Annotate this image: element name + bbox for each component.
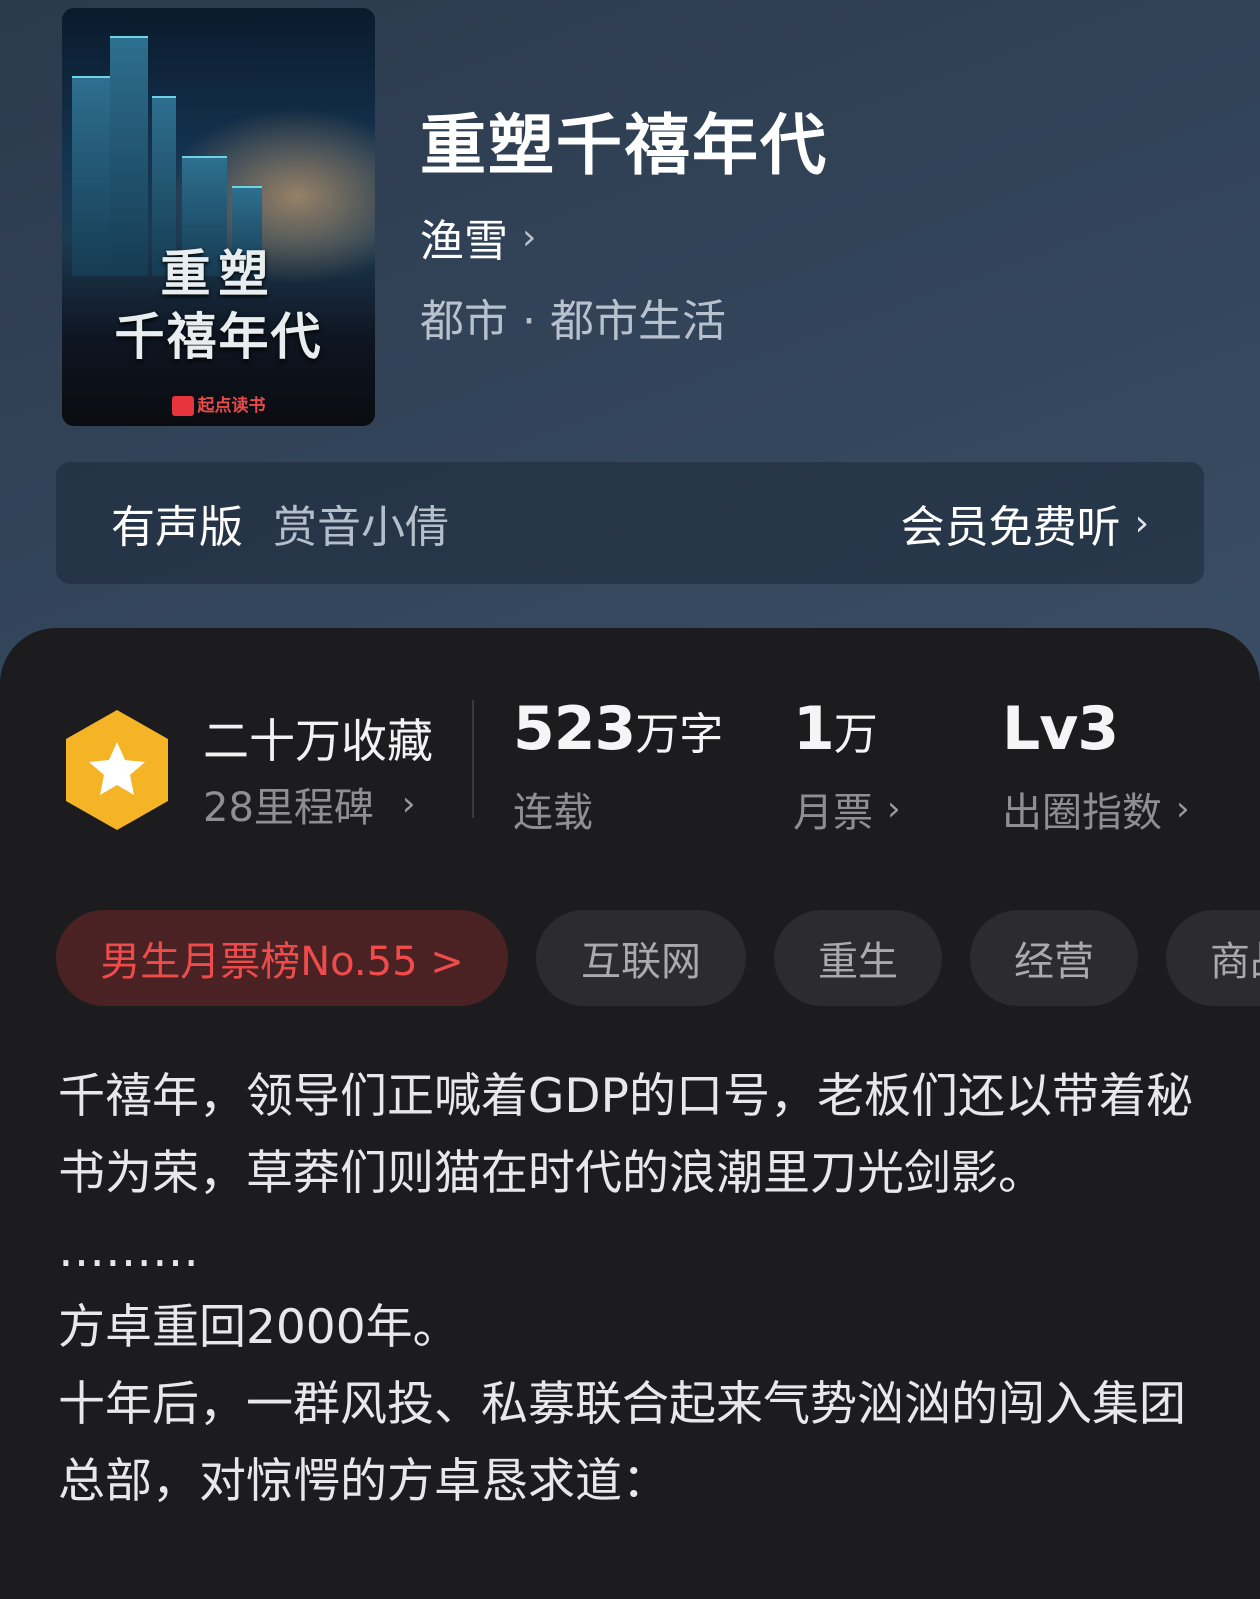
- chevron-right-icon: ›: [522, 216, 537, 258]
- stats-divider: [472, 700, 474, 818]
- tag-internet[interactable]: 互联网: [536, 910, 746, 1006]
- milestone-label: 28里程碑: [203, 785, 374, 831]
- cover-building: [110, 36, 148, 276]
- chevron-right-icon: ›: [887, 789, 901, 829]
- cover-title-line1: 重塑: [160, 244, 277, 303]
- audio-label: 有声版: [111, 502, 243, 553]
- monthly-ticket-link[interactable]: 月票 ›: [793, 780, 901, 838]
- popularity-level: Lv3: [1002, 694, 1119, 764]
- audio-narrator: 赏音小倩: [273, 502, 449, 553]
- tag-rebirth[interactable]: 重生: [774, 910, 942, 1006]
- description-paragraph: 十年后，一群风投、私募联合起来气势汹汹的闯入集团总部，对惊愕的方卓恳求道：: [58, 1377, 1186, 1509]
- serial-status: 连载: [513, 790, 593, 836]
- publisher-name: 起点读书: [197, 396, 266, 416]
- cover-publisher: 起点读书: [62, 391, 375, 416]
- author-link[interactable]: 渔雪 ›: [420, 205, 536, 269]
- tag-business[interactable]: 经营: [970, 910, 1138, 1006]
- chevron-right-icon: ›: [401, 784, 416, 824]
- monthly-ticket-value: 1: [793, 694, 835, 764]
- monthly-ticket-count: 1万: [793, 694, 878, 764]
- member-free-listen-label: 会员免费听: [900, 502, 1121, 553]
- monthly-ticket-unit: 万: [833, 709, 878, 760]
- popularity-level-value: Lv3: [1002, 694, 1119, 764]
- description-paragraph: 方卓重回2000年。: [58, 1300, 460, 1355]
- milestone-star-icon[interactable]: [62, 708, 172, 832]
- popularity-index-label: 出圈指数: [1002, 790, 1162, 836]
- author-name: 渔雪: [420, 216, 508, 267]
- monthly-ticket-label: 月票: [793, 790, 873, 836]
- ranking-tag[interactable]: 男生月票榜No.55 >: [56, 910, 508, 1006]
- chevron-right-icon: ›: [1176, 789, 1190, 829]
- chevron-right-icon: ›: [1134, 502, 1149, 544]
- milestone-link[interactable]: 28里程碑 ›: [203, 775, 416, 833]
- popularity-index-link[interactable]: 出圈指数 ›: [1002, 780, 1190, 838]
- cover-title: 重塑 千禧年代: [62, 243, 375, 368]
- tag-commerce[interactable]: 商战: [1166, 910, 1260, 1006]
- description-paragraph: 千禧年，领导们正喊着GDP的口号，老板们还以带着秘书为荣，草莽们则猫在时代的浪潮…: [58, 1069, 1193, 1201]
- book-description[interactable]: 千禧年，领导们正喊着GDP的口号，老板们还以带着秘书为荣，草莽们则猫在时代的浪潮…: [58, 1058, 1218, 1520]
- collection-count: 二十万收藏: [203, 714, 433, 768]
- word-count-unit: 万字: [635, 709, 724, 760]
- member-free-listen-button[interactable]: 会员免费听 ›: [901, 491, 1149, 555]
- cover-title-line2: 千禧年代: [114, 306, 323, 366]
- word-count-value: 523: [513, 694, 636, 764]
- publisher-logo-icon: [171, 396, 194, 416]
- book-genre: 都市 · 都市生活: [420, 296, 726, 347]
- book-detail-page: 重塑 千禧年代 起点读书 重塑千禧年代 渔雪 › 都市 · 都市生活 有声版 赏…: [0, 0, 1260, 1599]
- book-cover[interactable]: 重塑 千禧年代 起点读书: [62, 8, 375, 426]
- word-count: 523万字: [513, 694, 723, 764]
- description-ellipsis: ………: [58, 1223, 199, 1278]
- audio-version-bar[interactable]: 有声版 赏音小倩 会员免费听 ›: [56, 462, 1204, 584]
- book-title: 重塑千禧年代: [420, 106, 828, 184]
